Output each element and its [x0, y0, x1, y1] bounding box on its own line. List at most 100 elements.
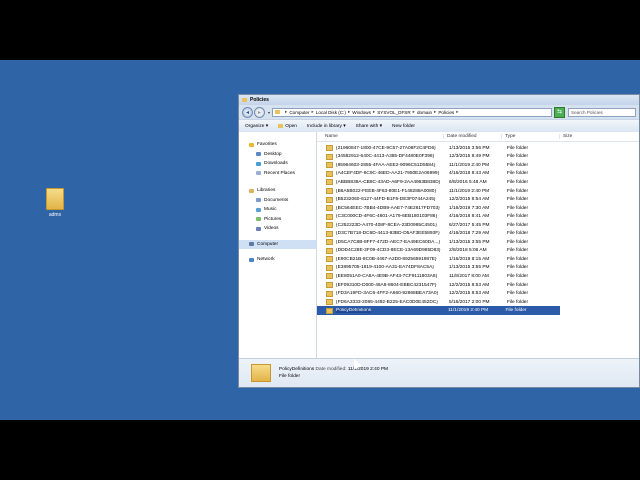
file-row[interactable]: {A4CEF4DF-6C9C-46ED-AA21-7950E2A06999} 4/…	[317, 170, 639, 179]
nav-libraries[interactable]: Libraries	[239, 186, 316, 196]
breadcrumb-separator-icon[interactable]: ▸	[373, 109, 375, 115]
file-row[interactable]: {B5232060-6127-44FD-B1F5-DE3F0744A245} 12…	[317, 195, 639, 204]
breadcrumb-separator-icon[interactable]: ▸	[348, 109, 350, 115]
title-bar[interactable]: Policies	[239, 95, 639, 105]
open-button[interactable]: Open	[278, 124, 297, 129]
column-header-name[interactable]: Name	[317, 134, 444, 139]
column-header-date[interactable]: Date modified	[444, 134, 502, 139]
file-date: 5/16/2017 2:00 PM	[449, 299, 490, 305]
details-text: PolicyDefinitions Date modified: 11/1/20…	[279, 366, 388, 380]
nav-pictures[interactable]: Pictures	[239, 215, 316, 225]
file-date: 1/13/2015 3:55 PM	[449, 265, 490, 271]
breadcrumb-separator-icon[interactable]: ▸	[312, 109, 314, 115]
file-row[interactable]: {DDD4C28E-2F09-4CD3-8ECE-13A69D985D83} 2/…	[317, 247, 639, 256]
details-name: PolicyDefinitions	[279, 367, 315, 372]
nav-network[interactable]: Network	[239, 255, 316, 265]
forward-button[interactable]: ▸	[254, 106, 265, 118]
file-name-text: {A4CEF4DF-6C9C-46ED-AA21-7950E2A06999}	[336, 171, 440, 177]
file-row[interactable]: {B6A5B022-FEEB-4F63-80E1-F148288A0080} 11…	[317, 187, 639, 196]
desktop-folder-admx[interactable]: admx	[40, 188, 70, 218]
folder-icon	[326, 196, 333, 203]
file-name-text: {B6A5B022-FEEB-4F63-80E1-F148288A0080}	[336, 188, 437, 194]
file-rows: {21960847-1800-47CE-9C57-27A08F2C4FD6} 1/…	[317, 142, 639, 315]
file-name-text: {FD6A3333-2085-4492-B225-EAC0D0E452DC}	[336, 299, 438, 305]
file-row[interactable]: {FD3A19FD-3AC6-4FF2-A660-92868BEA73A0} 12…	[317, 289, 639, 298]
folder-icon	[275, 110, 281, 114]
file-date: 1/13/2015 3:56 PM	[449, 145, 490, 151]
back-button[interactable]: ◂	[242, 106, 253, 118]
folder-icon	[326, 256, 333, 263]
nav-videos[interactable]: Videos	[239, 224, 316, 234]
search-input[interactable]: Search Policies	[568, 107, 636, 117]
file-date: 12/2/2015 8:54 AM	[449, 197, 490, 203]
folder-icon	[326, 239, 333, 246]
file-row[interactable]: {BC564EEC-7BB4-4DB9-AAE7-74E2617FD703} 1/…	[317, 204, 639, 213]
nav-label: Computer	[257, 241, 279, 247]
column-header-type[interactable]: Type	[502, 134, 560, 139]
file-row[interactable]: {85964603-2855-4FAA-AEE2-9096C51D5584} 11…	[317, 161, 639, 170]
file-type: File folder	[507, 248, 529, 254]
file-row[interactable]: {E3895705-1819-4100-AA31-EA74DF8AC5A} 1/1…	[317, 264, 639, 273]
file-row[interactable]: {E90CB21B-8C0B-4467-A2D0-89256591987E} 1/…	[317, 255, 639, 264]
share-with-button[interactable]: Share with ▾	[356, 124, 382, 129]
nav-downloads[interactable]: Downloads	[239, 159, 316, 169]
file-row[interactable]: {ABBB839A-CB8C-43AD-A6F9-2AA4963B838D} 6/…	[317, 178, 639, 187]
column-headers: Name Date modified Type Size	[317, 132, 639, 142]
folder-icon	[326, 290, 333, 297]
file-row[interactable]: {D3C7B718-DC6D-4413-93BD-D5AF3EE5893F} 4/…	[317, 229, 639, 238]
file-name: PolicyDefinitions	[336, 308, 445, 314]
file-name: {D3C7B718-DC6D-4413-93BD-D5AF3EE5893F}	[336, 231, 446, 236]
breadcrumb-separator-icon[interactable]: ▸	[413, 109, 415, 115]
nav-recent-places[interactable]: Recent Places	[239, 169, 316, 179]
recent-pages-dropdown-icon[interactable]: ▾	[268, 110, 270, 115]
folder-icon	[46, 188, 64, 210]
file-type: File folder	[507, 256, 529, 262]
file-name: {E90CB21B-8C0B-4467-A2D0-89256591987E}	[336, 257, 446, 262]
file-row[interactable]: {C3C000CD-4F6C-4601-A179-6EB180103F86} 4/…	[317, 212, 639, 221]
file-type: File folder	[507, 154, 529, 160]
breadcrumb-computer[interactable]: Computer	[289, 110, 309, 115]
breadcrumb-separator-icon[interactable]: ▸	[434, 109, 436, 115]
file-row[interactable]: {EF09310D-D000-46A8-8604-EBBC4231547F} 12…	[317, 281, 639, 290]
nav-computer[interactable]: Computer	[239, 239, 316, 249]
refresh-icon[interactable]: ⇆	[554, 106, 566, 118]
file-type: File folder	[507, 299, 529, 305]
new-folder-button[interactable]: New folder	[392, 124, 415, 129]
file-type: File folder	[507, 188, 529, 194]
pictures-icon	[256, 217, 261, 222]
breadcrumb-separator-icon[interactable]: ▸	[285, 109, 287, 115]
details-type: File folder	[279, 374, 301, 379]
file-date: 4/16/2018 7:29 AM	[449, 231, 490, 237]
breadcrumb-domain[interactable]: domain	[417, 110, 432, 115]
nav-label: Desktop	[264, 151, 282, 157]
file-name-text: {B5232060-6127-44FD-B1F5-DE3F0744A245}	[336, 197, 436, 203]
nav-desktop[interactable]: Desktop	[239, 150, 316, 160]
file-row-selected[interactable]: PolicyDefinitions 11/1/2019 2:40 PM File f…	[317, 306, 560, 315]
column-header-size[interactable]: Size	[560, 134, 600, 139]
nav-favorites[interactable]: Favorites	[239, 140, 316, 150]
file-row[interactable]: {D5CA7C8B-8FF7-472D-AEC7-EA49EC60DA...} 1…	[317, 238, 639, 247]
file-name-text: {C252223D-A470-408F-8CEA-23D0985C4501}	[336, 222, 437, 228]
file-row[interactable]: {21960847-1800-47CE-9C57-27A08F2C4FD6} 1/…	[317, 144, 639, 153]
address-path[interactable]: ▸ Computer ▸ Local Disk (C:) ▸ Windows ▸…	[272, 107, 553, 117]
file-name: {C3C000CD-4F6C-4601-A179-6EB180103F86}	[336, 214, 446, 219]
organize-button[interactable]: Organize ▾	[245, 124, 268, 129]
breadcrumb-sysvol[interactable]: SYSVOL_DFSR	[377, 110, 410, 115]
open-label: Open	[285, 123, 297, 129]
breadcrumb-policies[interactable]: Policies	[438, 110, 454, 115]
breadcrumb-windows[interactable]: Windows	[352, 110, 371, 115]
file-row[interactable]: {EE8051A0-CA8A-4E9B-AF43-7CF9111803A8} 11…	[317, 272, 639, 281]
file-name: {EE8051A0-CA8A-4E9B-AF43-7CF9111803A8}	[336, 274, 446, 279]
file-row[interactable]: {34582912-640C-4413-A385-DF4480E0F398} 12…	[317, 153, 639, 162]
file-type: File folder	[507, 231, 529, 237]
nav-documents[interactable]: Documents	[239, 196, 316, 206]
include-in-library-button[interactable]: Include in library ▾	[307, 124, 346, 129]
nav-label: Pictures	[264, 216, 282, 222]
file-row[interactable]: {C252223D-A470-408F-8CEA-23D0985C4501} 6/…	[317, 221, 639, 230]
nav-music[interactable]: Music	[239, 205, 316, 215]
breadcrumb-local-disk[interactable]: Local Disk (C:)	[316, 110, 346, 115]
file-row[interactable]: {FD6A3333-2085-4492-B225-EAC0D0E452DC} 5/…	[317, 298, 639, 307]
breadcrumb-separator-icon[interactable]: ▸	[456, 109, 458, 115]
navigation-pane: Favorites Desktop Downloads Recent Place…	[239, 132, 317, 359]
nav-label: Downloads	[264, 161, 288, 167]
